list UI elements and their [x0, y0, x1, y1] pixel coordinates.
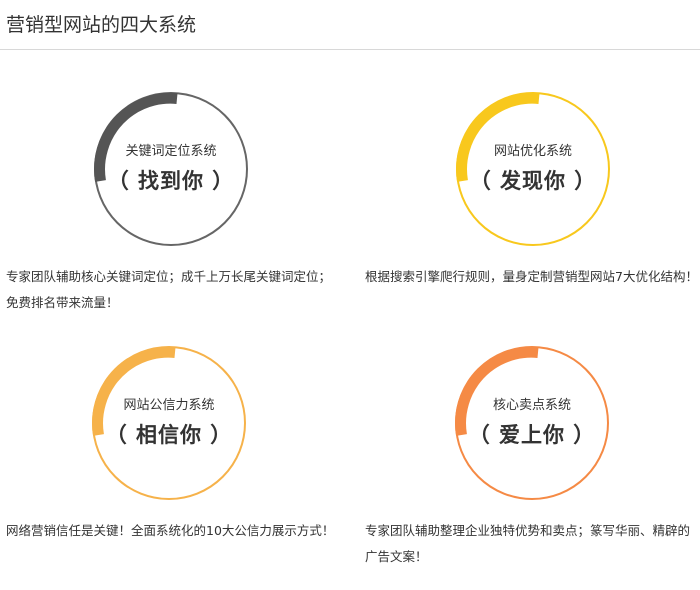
system-description: 根据搜索引擎爬行规则，量身定制营销型网站7大优化结构！	[365, 269, 698, 284]
system-slogan: （ 找到你 ）	[107, 169, 235, 193]
circle-content: 网站优化系统 （ 发现你 ）	[455, 140, 611, 195]
system-slogan: （ 爱上你 ）	[468, 423, 596, 447]
system-description: 网络营销信任是关键！全面系统化的10大公信力展示方式！	[6, 523, 335, 538]
system-description: 专家团队辅助整理企业独特优势和卖点；篆写华丽、精辟的广告文案！	[365, 523, 691, 564]
system-description: 专家团队辅助核心关键词定位；成千上万长尾关键词定位；免费排名带来流量！	[6, 269, 332, 310]
system-name: 网站公信力系统	[123, 398, 215, 413]
system-slogan: （ 相信你 ）	[105, 423, 233, 447]
circle-content: 核心卖点系统 （ 爱上你 ）	[454, 394, 610, 449]
circle-content: 网站公信力系统 （ 相信你 ）	[91, 394, 247, 449]
page-header: 营销型网站的四大系统	[0, 0, 700, 50]
system-card-credibility: 网站公信力系统 （ 相信你 ） 网络营销信任是关键！全面系统化的10大公信力展示…	[0, 340, 345, 590]
system-name: 网站优化系统	[493, 144, 572, 159]
system-card-keyword: 关键词定位系统 （ 找到你 ） 专家团队辅助核心关键词定位；成千上万长尾关键词定…	[0, 86, 345, 336]
system-card-optimization: 网站优化系统 （ 发现你 ） 根据搜索引擎爬行规则，量身定制营销型网站7大优化结…	[357, 86, 700, 336]
system-card-selling-point: 核心卖点系统 （ 爱上你 ） 专家团队辅助整理企业独特优势和卖点；篆写华丽、精辟…	[357, 340, 700, 590]
system-name: 核心卖点系统	[492, 398, 571, 413]
system-name: 关键词定位系统	[125, 144, 217, 159]
circle-content: 关键词定位系统 （ 找到你 ）	[93, 140, 249, 195]
system-slogan: （ 发现你 ）	[469, 169, 597, 193]
page-title: 营销型网站的四大系统	[6, 14, 197, 36]
